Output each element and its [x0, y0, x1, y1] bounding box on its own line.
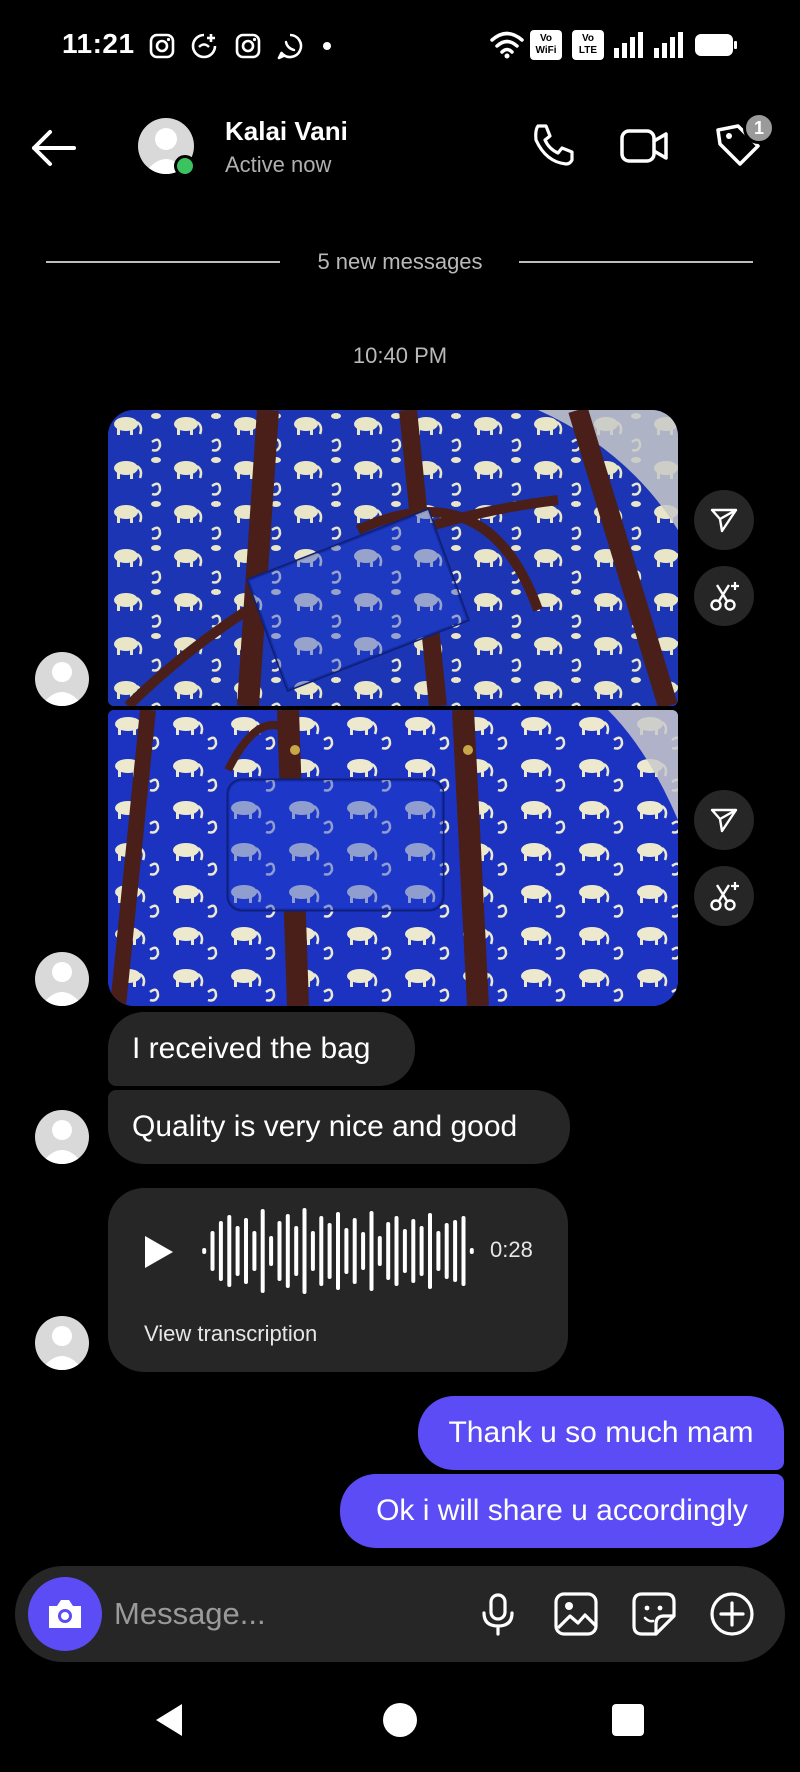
- waveform-bar: [210, 1231, 215, 1271]
- message-bubble-outgoing[interactable]: Thank u so much mam: [418, 1396, 784, 1470]
- sender-avatar[interactable]: [35, 652, 89, 706]
- waveform-bar: [202, 1248, 207, 1254]
- play-icon[interactable]: [141, 1233, 177, 1271]
- photo-message[interactable]: [108, 710, 678, 1006]
- waveform-bar: [260, 1209, 265, 1293]
- waveform-bar: [428, 1213, 432, 1289]
- waveform-bar: [444, 1223, 449, 1279]
- battery-icon: [695, 34, 737, 56]
- bag-photo: [108, 410, 678, 706]
- signal-icon: [614, 32, 643, 58]
- default-avatar-icon: [41, 1120, 83, 1164]
- ai-edit-button[interactable]: [694, 566, 754, 626]
- waveform-bar: [344, 1228, 349, 1274]
- back-arrow-icon[interactable]: [28, 126, 80, 170]
- divider-line: [519, 261, 753, 263]
- wifi-icon: [490, 31, 524, 59]
- message-input[interactable]: [114, 1588, 454, 1640]
- audio-waveform[interactable]: [200, 1204, 476, 1298]
- sender-avatar[interactable]: [35, 1110, 89, 1164]
- message-bubble-incoming[interactable]: I received the bag: [108, 1012, 415, 1086]
- vowifi-badge: Vo WiFi: [530, 30, 562, 60]
- camera-button[interactable]: [28, 1577, 102, 1651]
- gallery-icon[interactable]: [552, 1590, 600, 1638]
- waveform-bar: [436, 1231, 441, 1271]
- waveform-bar: [302, 1208, 307, 1294]
- video-call-icon[interactable]: [618, 120, 670, 172]
- message-timestamp: 10:40 PM: [352, 343, 448, 368]
- vowifi-label: Vo WiFi: [535, 33, 557, 56]
- tag-badge: 1: [743, 112, 775, 144]
- waveform-bar: [461, 1216, 466, 1286]
- sender-avatar[interactable]: [35, 1316, 89, 1370]
- waveform-bar: [319, 1216, 324, 1286]
- waveform-bar: [227, 1215, 232, 1287]
- scissors-sparkle-icon: [710, 582, 739, 611]
- volte-badge: Vo LTE: [572, 30, 604, 60]
- waveform-bar: [369, 1211, 374, 1291]
- sender-avatar[interactable]: [35, 952, 89, 1006]
- contact-status: Active now: [225, 152, 332, 177]
- signal-icon: [654, 32, 683, 58]
- online-status-dot: [174, 155, 196, 177]
- share-button[interactable]: [694, 790, 754, 850]
- scissors-sparkle-icon: [710, 882, 739, 911]
- nav-recents-icon[interactable]: [606, 1698, 650, 1742]
- waveform-bar: [411, 1219, 416, 1283]
- contact-name[interactable]: Kalai Vani: [225, 116, 348, 147]
- send-icon: [710, 808, 738, 833]
- waveform-bar: [310, 1231, 315, 1271]
- nav-home-icon[interactable]: [378, 1698, 422, 1742]
- message-bubble-outgoing[interactable]: Ok i will share u accordingly: [340, 1474, 784, 1548]
- view-transcription-link[interactable]: View transcription: [144, 1321, 317, 1347]
- notification-dot: [323, 42, 331, 50]
- camera-icon: [49, 1600, 81, 1628]
- default-avatar-icon: [41, 1326, 83, 1370]
- instagram-icon: [235, 33, 261, 59]
- waveform-bar: [394, 1216, 399, 1286]
- ai-edit-button[interactable]: [694, 866, 754, 926]
- waveform-bar: [285, 1214, 290, 1288]
- waveform-bar: [327, 1223, 332, 1279]
- message-bubble-incoming[interactable]: Quality is very nice and good: [108, 1090, 570, 1164]
- waveform-bar: [252, 1231, 257, 1271]
- threads-icon: [191, 33, 217, 59]
- waveform-bar: [402, 1229, 407, 1273]
- waveform-bar: [352, 1218, 357, 1284]
- waveform-bar: [294, 1226, 299, 1276]
- status-bar: 11:21 Vo WiFi Vo LTE: [0, 0, 800, 92]
- waveform-bar: [269, 1236, 274, 1266]
- phone-icon[interactable]: [526, 120, 578, 172]
- whatsapp-icon: [277, 33, 303, 60]
- waveform-bar: [235, 1226, 240, 1276]
- voice-duration: 0:28: [490, 1237, 533, 1262]
- default-avatar-icon: [41, 962, 83, 1006]
- default-avatar-icon: [41, 662, 83, 706]
- waveform-bar: [469, 1248, 474, 1254]
- send-icon: [710, 508, 738, 533]
- status-time: 11:21: [62, 28, 135, 59]
- waveform-bar: [453, 1220, 458, 1282]
- waveform-bar: [277, 1221, 282, 1281]
- add-icon[interactable]: [708, 1590, 756, 1638]
- microphone-icon[interactable]: [474, 1590, 522, 1638]
- waveform-bar: [361, 1232, 366, 1270]
- waveform-bar: [386, 1222, 391, 1280]
- waveform-bar: [336, 1212, 340, 1290]
- waveform-bar: [377, 1236, 382, 1266]
- volte-label: Vo LTE: [578, 33, 598, 56]
- nav-back-icon[interactable]: [148, 1698, 192, 1742]
- bag-photo: [108, 710, 678, 1006]
- instagram-icon: [149, 33, 175, 59]
- share-button[interactable]: [694, 490, 754, 550]
- waveform-bar: [419, 1226, 424, 1276]
- waveform-bar: [218, 1221, 223, 1281]
- photo-message[interactable]: [108, 410, 678, 706]
- sticker-icon[interactable]: [630, 1590, 678, 1638]
- waveform-bar: [244, 1218, 248, 1284]
